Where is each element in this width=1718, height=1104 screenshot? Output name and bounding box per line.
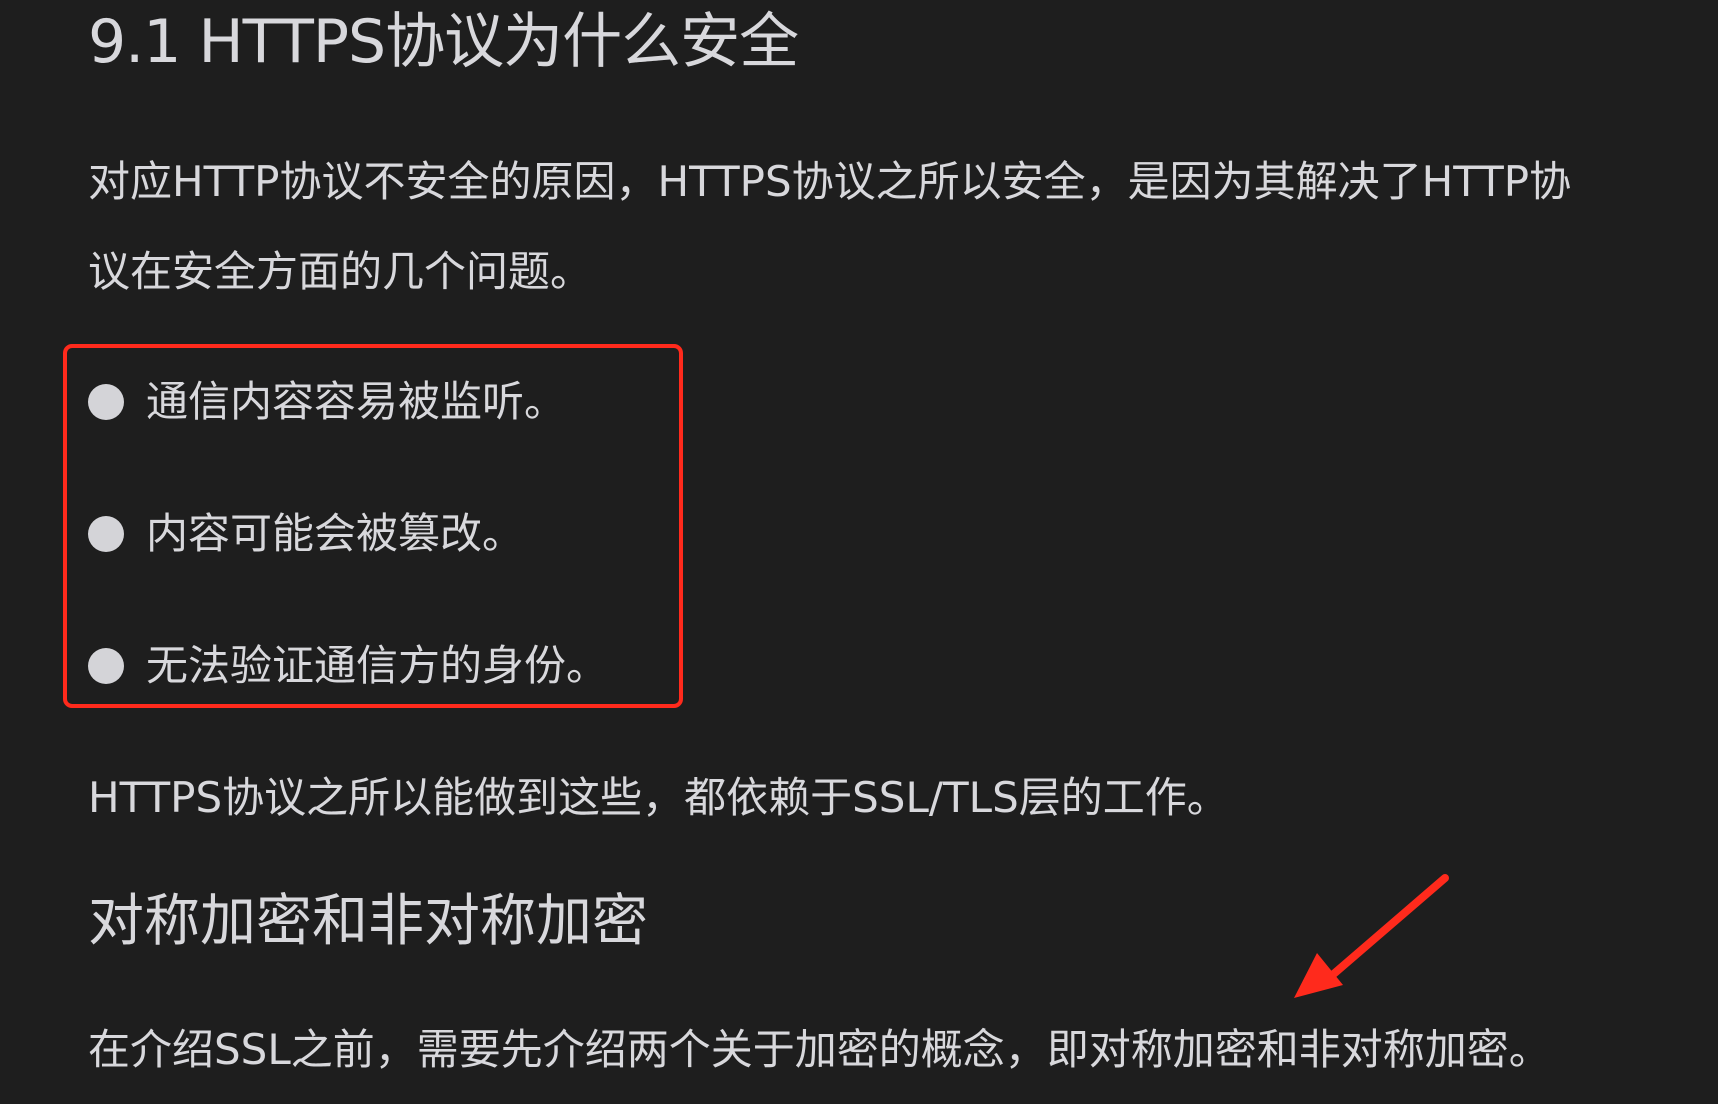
list-item: 内容可能会被篡改。: [88, 500, 608, 632]
bullet-dot-icon: [88, 516, 124, 552]
subheading: 对称加密和非对称加密: [88, 889, 648, 954]
list-item: 无法验证通信方的身份。: [88, 632, 608, 764]
encryption-intro-paragraph: 在介绍SSL之前，需要先介绍两个关于加密的概念，即对称加密和非对称加密。: [88, 1025, 1551, 1074]
intro-line-1: 对应HTTP协议不安全的原因，HTTPS协议之所以安全，是因为其解决了HTTP协: [88, 157, 1572, 206]
bullet-dot-icon: [88, 384, 124, 420]
list-item: 通信内容容易被监听。: [88, 368, 608, 500]
list-item-text: 通信内容容易被监听。: [146, 377, 567, 426]
document-page: 9.1 HTTPS协议为什么安全 对应HTTP协议不安全的原因，HTTPS协议之…: [0, 0, 1718, 1104]
section-title: 9.1 HTTPS协议为什么安全: [88, 7, 799, 77]
bullet-dot-icon: [88, 648, 124, 684]
issues-list: 通信内容容易被监听。 内容可能会被篡改。 无法验证通信方的身份。: [88, 368, 608, 764]
intro-line-2: 议在安全方面的几个问题。: [88, 247, 593, 296]
list-item-text: 无法验证通信方的身份。: [146, 641, 609, 690]
ssl-note-paragraph: HTTPS协议之所以能做到这些，都依赖于SSL/TLS层的工作。: [88, 773, 1229, 822]
list-item-text: 内容可能会被篡改。: [146, 509, 525, 558]
annotation-arrow-icon: [1294, 874, 1449, 998]
intro-paragraph: 对应HTTP协议不安全的原因，HTTPS协议之所以安全，是因为其解决了HTTP协…: [88, 137, 1698, 317]
